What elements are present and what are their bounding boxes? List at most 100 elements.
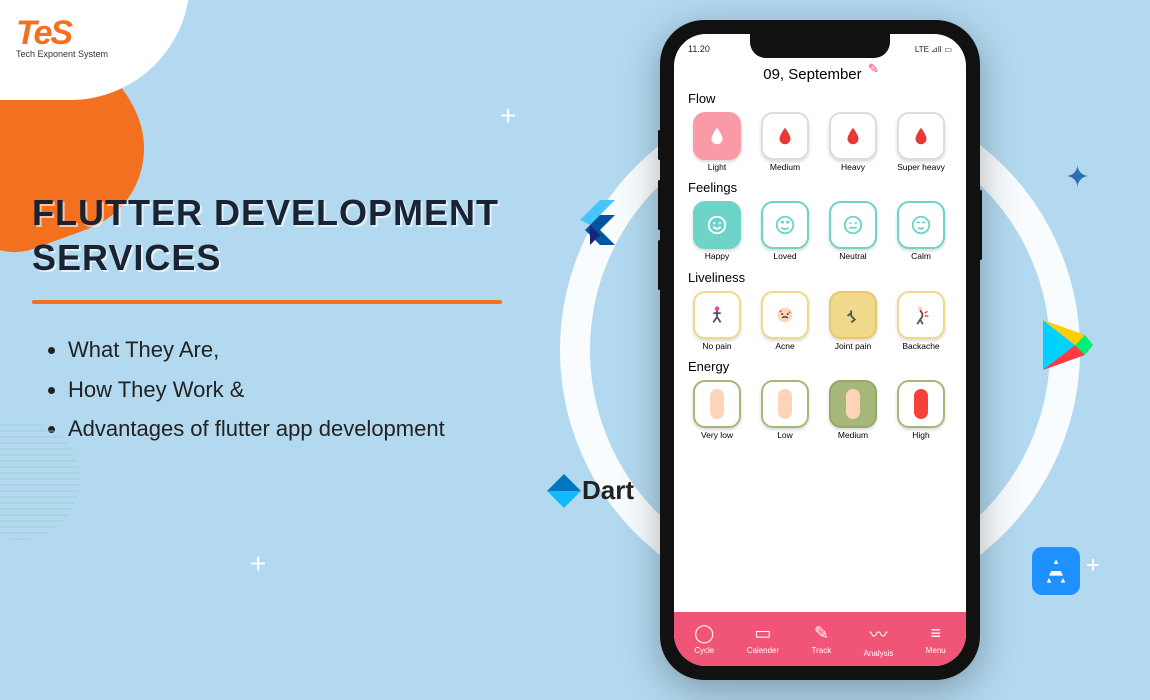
- tile-label: Joint pain: [835, 342, 871, 351]
- tile-label: Medium: [770, 163, 800, 172]
- tile-label: Acne: [775, 342, 794, 351]
- nav-label: Calender: [747, 646, 779, 655]
- back-pain-icon[interactable]: [897, 291, 945, 339]
- nav-cycle[interactable]: ◯ Cycle: [694, 623, 714, 655]
- track-icon: ✎: [814, 623, 829, 644]
- tile-wrap[interactable]: No pain: [688, 291, 746, 351]
- phone-notch: [750, 34, 890, 58]
- body-flesh-icon[interactable]: [693, 380, 741, 428]
- tile-wrap[interactable]: Acne: [756, 291, 814, 351]
- tile-wrap[interactable]: Joint pain: [824, 291, 882, 351]
- phone-side-button: [658, 130, 661, 160]
- dart-logo-area: Dart: [552, 475, 634, 506]
- tile-label: No pain: [702, 342, 731, 351]
- tile-row: No pain Acne Joint pain Backache: [688, 291, 952, 351]
- neutral-face-icon[interactable]: [829, 201, 877, 249]
- smile-icon[interactable]: [693, 201, 741, 249]
- tile-wrap[interactable]: Light: [688, 112, 746, 172]
- phone-screen: 11.20 LTE ⊿ll ▭ 09, September ✎ Flow Ligh…: [674, 34, 966, 666]
- body-flesh-icon[interactable]: [761, 380, 809, 428]
- tile-wrap[interactable]: Heavy: [824, 112, 882, 172]
- nav-label: Track: [812, 646, 832, 655]
- tile-wrap[interactable]: Neutral: [824, 201, 882, 261]
- droplet-icon[interactable]: [897, 112, 945, 160]
- calm-face-icon[interactable]: [897, 201, 945, 249]
- tile-wrap[interactable]: Calm: [892, 201, 950, 261]
- section: Flow Light Medium Heavy Super heavy: [674, 85, 966, 174]
- bullet-item: How They Work &: [68, 370, 445, 410]
- dart-icon: [547, 474, 581, 508]
- plus-icon: +: [1086, 552, 1100, 580]
- section: Liveliness No pain Acne Joint pain Backache: [674, 264, 966, 353]
- google-play-icon: [1035, 315, 1095, 375]
- nav-track[interactable]: ✎ Track: [812, 623, 832, 655]
- dart-label: Dart: [582, 475, 634, 506]
- hearts-eyes-icon[interactable]: [761, 201, 809, 249]
- logo-brand: TeS: [16, 14, 108, 53]
- acne-face-icon[interactable]: [761, 291, 809, 339]
- tile-label: Light: [708, 163, 726, 172]
- bullet-item: Advantages of flutter app development: [68, 409, 445, 449]
- plus-icon: +: [500, 100, 516, 132]
- tile-label: Low: [777, 431, 793, 440]
- tile-label: Happy: [705, 252, 730, 261]
- tile-row: Happy Loved Neutral Calm: [688, 201, 952, 261]
- date-row[interactable]: 09, September ✎: [674, 60, 966, 85]
- flutter-icon: [570, 195, 620, 245]
- section-title: Liveliness: [688, 270, 952, 285]
- phone-side-button: [658, 240, 661, 290]
- tile-wrap[interactable]: Super heavy: [892, 112, 950, 172]
- phone-mockup: 11.20 LTE ⊿ll ▭ 09, September ✎ Flow Ligh…: [660, 20, 980, 680]
- app-store-icon: [1032, 547, 1080, 595]
- nav-menu[interactable]: ≡Menu: [926, 623, 946, 655]
- tile-label: Neutral: [839, 252, 866, 261]
- tile-label: Loved: [773, 252, 796, 261]
- body-flesh-icon[interactable]: [829, 380, 877, 428]
- nav-analysis[interactable]: 〰Analysis: [864, 621, 894, 658]
- phone-side-button: [658, 180, 661, 230]
- headline-line2: SERVICES: [32, 237, 221, 278]
- status-time: 11.20: [688, 44, 710, 54]
- droplet-icon[interactable]: [829, 112, 877, 160]
- section-title: Feelings: [688, 180, 952, 195]
- jump-person-icon[interactable]: [693, 291, 741, 339]
- tile-row: Light Medium Heavy Super heavy: [688, 112, 952, 172]
- body-red-icon[interactable]: [897, 380, 945, 428]
- status-battery: ▭: [944, 45, 952, 54]
- status-net: LTE ⊿ll: [915, 45, 942, 54]
- tile-wrap[interactable]: Very low: [688, 380, 746, 440]
- tile-wrap[interactable]: Loved: [756, 201, 814, 261]
- kneel-person-icon[interactable]: [829, 291, 877, 339]
- logo-area: TeS Tech Exponent System: [10, 8, 114, 65]
- droplet-icon[interactable]: [693, 112, 741, 160]
- tile-row: Very low Low Medium High: [688, 380, 952, 440]
- plus-icon: +: [250, 548, 266, 580]
- tile-label: Backache: [902, 342, 939, 351]
- tile-wrap[interactable]: Happy: [688, 201, 746, 261]
- logo-subtitle: Tech Exponent System: [16, 49, 108, 59]
- menu-icon: ≡: [930, 623, 941, 644]
- bullet-list: What They Are, How They Work & Advantage…: [48, 330, 445, 449]
- bullet-item: What They Are,: [68, 330, 445, 370]
- bottom-nav: ◯ Cycle ▭Calender ✎ Track 〰Analysis ≡Menu: [674, 612, 966, 666]
- tile-wrap[interactable]: Backache: [892, 291, 950, 351]
- section-title: Flow: [688, 91, 952, 106]
- nav-calendar[interactable]: ▭Calender: [747, 623, 779, 655]
- tile-wrap[interactable]: High: [892, 380, 950, 440]
- date-text: 09, September: [763, 66, 861, 83]
- tile-wrap[interactable]: Medium: [756, 112, 814, 172]
- droplet-icon[interactable]: [761, 112, 809, 160]
- section: Feelings Happy Loved Neutral Calm: [674, 174, 966, 263]
- tile-label: Medium: [838, 431, 868, 440]
- cycle-icon: ◯: [694, 623, 714, 644]
- plus-icon: ✦: [1065, 160, 1090, 195]
- tile-label: Heavy: [841, 163, 865, 172]
- nav-label: Cycle: [694, 646, 714, 655]
- tile-label: Very low: [701, 431, 733, 440]
- section-title: Energy: [688, 359, 952, 374]
- edit-pencil-icon[interactable]: ✎: [868, 61, 879, 76]
- tile-wrap[interactable]: Medium: [824, 380, 882, 440]
- divider-line: [32, 300, 502, 304]
- headline: FLUTTER DEVELOPMENT SERVICES: [32, 190, 499, 280]
- tile-wrap[interactable]: Low: [756, 380, 814, 440]
